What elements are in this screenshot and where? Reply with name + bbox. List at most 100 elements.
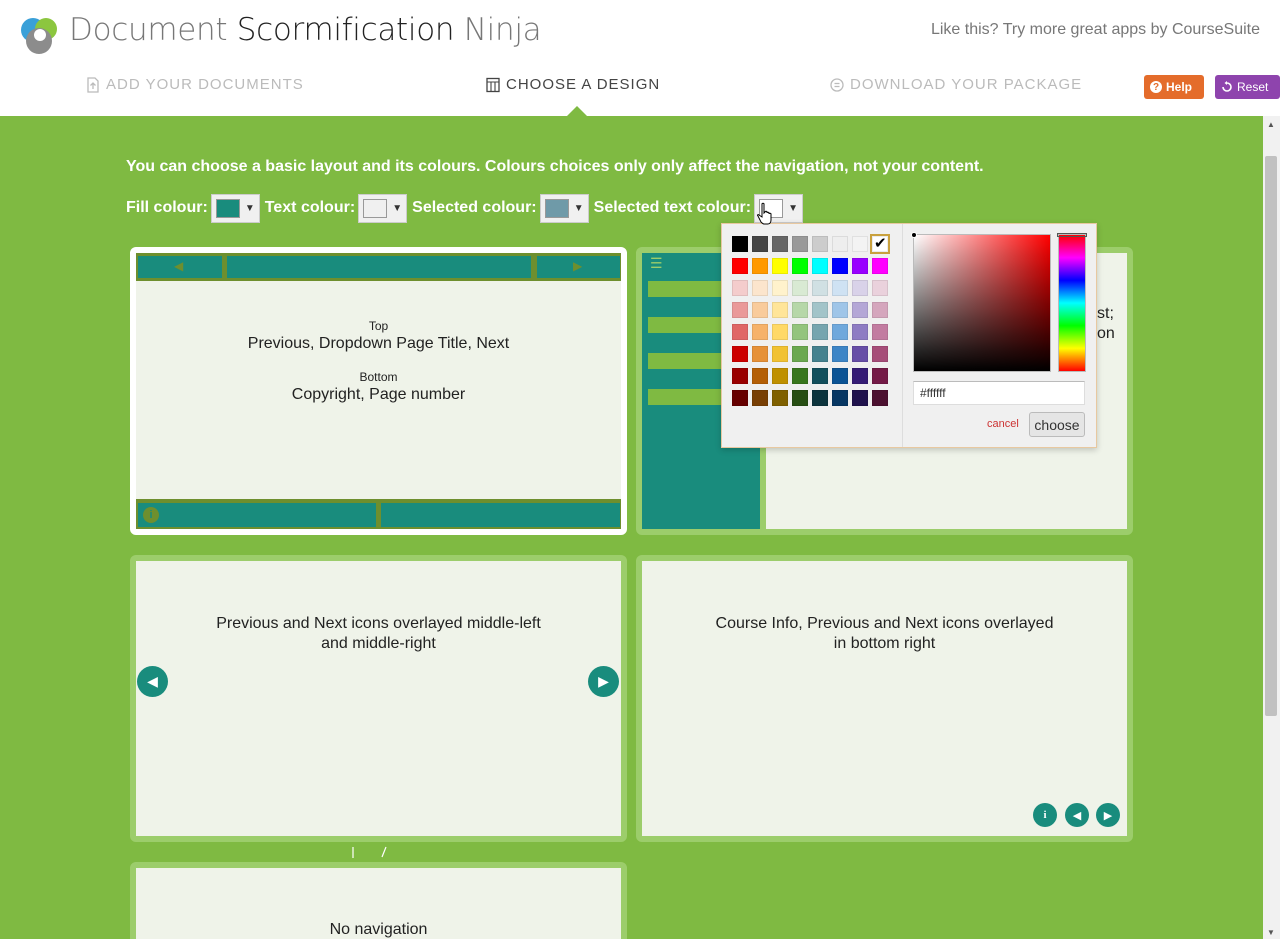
palette-swatch[interactable] <box>772 302 788 318</box>
page-scrollbar[interactable]: ▲ ▼ <box>1263 116 1280 939</box>
palette-swatch[interactable] <box>832 280 848 296</box>
palette-swatch[interactable] <box>812 280 828 296</box>
fill-colour-picker[interactable]: ▼ <box>210 193 260 223</box>
saturation-field[interactable] <box>911 232 1051 372</box>
palette-swatch[interactable] <box>772 324 788 340</box>
app-header: Document Scormification Ninja Like this?… <box>0 0 1280 116</box>
palette-swatch[interactable] <box>752 280 768 296</box>
palette-swatch[interactable] <box>772 280 788 296</box>
step-download-package[interactable]: DOWNLOAD YOUR PACKAGE <box>830 76 1082 93</box>
palette-swatch[interactable] <box>792 258 808 274</box>
layout-option-bottom-right-overlay[interactable]: Course Info, Previous and Next icons ove… <box>636 555 1133 842</box>
palette-swatch[interactable] <box>772 346 788 362</box>
selected-colour-picker[interactable]: ▼ <box>539 193 589 223</box>
scroll-down-icon[interactable]: ▼ <box>1267 928 1275 937</box>
palette-swatch[interactable] <box>852 390 868 406</box>
palette-swatch[interactable] <box>872 324 888 340</box>
palette-swatch[interactable] <box>752 368 768 384</box>
palette-swatch[interactable] <box>752 346 768 362</box>
next-segment: ▶ <box>537 256 620 278</box>
palette-swatch[interactable] <box>732 390 748 406</box>
palette-swatch[interactable] <box>792 324 808 340</box>
hue-slider[interactable] <box>1057 233 1087 372</box>
step-choose-design[interactable]: CHOOSE A DESIGN <box>486 76 660 93</box>
step-add-documents[interactable]: ADD YOUR DOCUMENTS <box>86 76 304 93</box>
palette-swatch[interactable] <box>792 236 808 252</box>
palette-swatch[interactable] <box>732 302 748 318</box>
palette-swatch[interactable] <box>732 236 748 252</box>
palette-swatch[interactable] <box>870 234 890 254</box>
palette-swatch[interactable] <box>872 390 888 406</box>
palette-row <box>732 280 892 296</box>
palette-swatch[interactable] <box>832 302 848 318</box>
hand-cursor-icon <box>757 202 772 225</box>
palette-swatch[interactable] <box>852 346 868 362</box>
palette-swatch[interactable] <box>872 302 888 318</box>
palette-swatch[interactable] <box>852 302 868 318</box>
palette-swatch[interactable] <box>792 346 808 362</box>
palette-swatch[interactable] <box>812 258 828 274</box>
palette-swatch[interactable] <box>792 368 808 384</box>
palette-swatch[interactable] <box>832 368 848 384</box>
layout-option-middle-overlay[interactable]: Previous and Next icons overlayed middle… <box>130 555 627 842</box>
palette-swatch[interactable] <box>752 236 768 252</box>
palette-swatch[interactable] <box>852 258 868 274</box>
palette-swatch[interactable] <box>812 324 828 340</box>
choose-button[interactable]: choose <box>1029 412 1085 437</box>
palette-swatch[interactable] <box>872 368 888 384</box>
layout-preview: ◀ ▶ Top Previous, Dropdown Page Title, N… <box>136 253 621 529</box>
palette-swatch[interactable] <box>872 346 888 362</box>
palette-swatch[interactable] <box>812 346 828 362</box>
palette-swatch[interactable] <box>732 324 748 340</box>
cancel-link[interactable]: cancel <box>987 418 1019 430</box>
reset-button[interactable]: Reset <box>1215 75 1280 99</box>
intro-text: You can choose a basic layout and its co… <box>126 158 984 175</box>
palette-swatch[interactable] <box>832 324 848 340</box>
palette-swatch[interactable] <box>752 390 768 406</box>
palette-swatch[interactable] <box>852 368 868 384</box>
sidebar-desc-line1: st; <box>1097 305 1114 322</box>
layout-option-no-navigation[interactable]: No navigation <box>130 862 627 939</box>
saturation-handle[interactable] <box>911 232 917 238</box>
palette-swatch[interactable] <box>872 280 888 296</box>
palette-swatch[interactable] <box>772 368 788 384</box>
palette-swatch[interactable] <box>832 390 848 406</box>
palette-swatch[interactable] <box>752 258 768 274</box>
palette-swatch[interactable] <box>752 302 768 318</box>
palette-swatch[interactable] <box>812 302 828 318</box>
palette-swatch[interactable] <box>852 236 868 252</box>
palette-swatch[interactable] <box>872 258 888 274</box>
help-button[interactable]: ? Help <box>1144 75 1204 99</box>
scrollbar-thumb[interactable] <box>1265 156 1277 716</box>
palette-swatch[interactable] <box>852 280 868 296</box>
palette-swatch[interactable] <box>852 324 868 340</box>
palette-swatch[interactable] <box>752 324 768 340</box>
chevron-down-icon: ▼ <box>573 202 584 214</box>
palette-swatch[interactable] <box>792 390 808 406</box>
layout-option-top-bottom[interactable]: ◀ ▶ Top Previous, Dropdown Page Title, N… <box>130 247 627 535</box>
palette-swatch[interactable] <box>792 280 808 296</box>
palette-swatch[interactable] <box>772 390 788 406</box>
color-palette <box>732 234 892 412</box>
palette-swatch[interactable] <box>812 368 828 384</box>
palette-swatch[interactable] <box>832 346 848 362</box>
palette-swatch[interactable] <box>772 236 788 252</box>
palette-swatch[interactable] <box>732 280 748 296</box>
colour-options: Fill colour: ▼ Text colour: ▼ Selected c… <box>126 193 808 223</box>
app-title-part3: Ninja <box>463 12 542 48</box>
palette-swatch[interactable] <box>812 390 828 406</box>
scroll-up-icon[interactable]: ▲ <box>1267 120 1275 129</box>
palette-swatch[interactable] <box>772 258 788 274</box>
palette-swatch[interactable] <box>732 258 748 274</box>
more-apps-link[interactable]: Like this? Try more great apps by Course… <box>931 21 1260 39</box>
palette-swatch[interactable] <box>792 302 808 318</box>
palette-row <box>732 324 892 340</box>
hue-slider-handle[interactable] <box>1057 233 1087 237</box>
palette-swatch[interactable] <box>732 368 748 384</box>
palette-swatch[interactable] <box>832 236 848 252</box>
palette-swatch[interactable] <box>812 236 828 252</box>
hex-color-input[interactable]: #ffffff <box>913 381 1085 405</box>
text-colour-picker[interactable]: ▼ <box>358 193 408 223</box>
palette-swatch[interactable] <box>832 258 848 274</box>
palette-swatch[interactable] <box>732 346 748 362</box>
